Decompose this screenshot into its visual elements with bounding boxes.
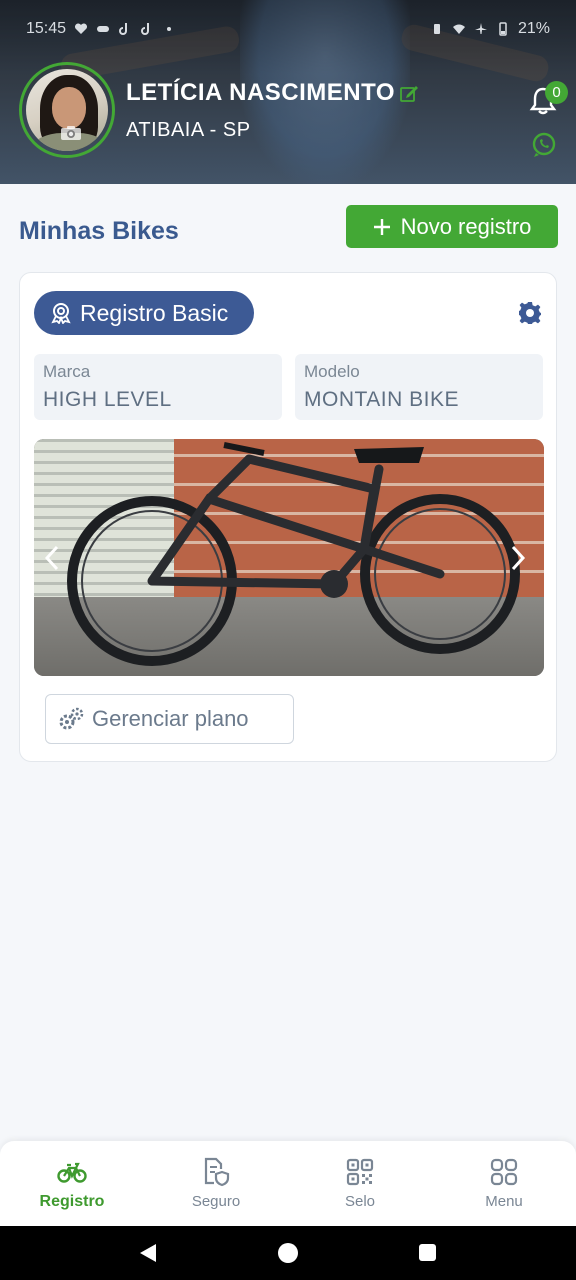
airplane-mode-icon: [474, 23, 487, 34]
award-icon: [51, 303, 71, 324]
status-left: 15:45: [26, 20, 176, 38]
profile-avatar[interactable]: [19, 62, 115, 158]
gamepad-notification-icon: [97, 26, 110, 32]
brand-label: Marca: [43, 362, 91, 381]
status-right: 21%: [430, 20, 550, 38]
brand-field: Marca HIGH LEVEL: [34, 354, 282, 420]
user-name: LETÍCIA NASCIMENTO: [126, 79, 396, 106]
system-home-icon[interactable]: [278, 1243, 298, 1263]
my-bikes-title: Minhas Bikes: [19, 217, 179, 245]
bike-photo-carousel[interactable]: [34, 439, 544, 676]
nav-label-seguro: Seguro: [191, 1193, 241, 1210]
camera-icon: [61, 126, 81, 140]
avatar-face: [52, 87, 86, 129]
avatar-photo: [26, 69, 108, 151]
manage-plan-button[interactable]: Gerenciar plano: [45, 694, 294, 744]
bottom-navigation: Registro Seguro Selo Menu: [0, 1141, 576, 1226]
whatsapp-icon[interactable]: [531, 132, 557, 158]
battery-icon: [499, 22, 507, 36]
nav-item-registro[interactable]: Registro: [0, 1141, 144, 1226]
nav-item-menu[interactable]: Menu: [432, 1141, 576, 1226]
plan-badge: Registro Basic: [34, 291, 254, 335]
nav-label-selo: Selo: [344, 1193, 376, 1210]
model-label: Modelo: [304, 362, 360, 381]
brand-value: HIGH LEVEL: [43, 388, 172, 411]
new-registration-label: Novo registro: [400, 213, 532, 239]
tiktok-notification-icon: [119, 23, 128, 35]
system-recents-icon[interactable]: [419, 1244, 436, 1261]
more-notifications-dot-icon: [167, 27, 172, 31]
bike-image: [67, 442, 520, 666]
vibrate-icon: [433, 24, 440, 34]
manage-plan-label: Gerenciar plano: [92, 706, 249, 731]
carousel-next-arrow-icon[interactable]: [508, 544, 528, 572]
wifi-icon: [452, 24, 465, 34]
nav-item-seguro[interactable]: Seguro: [144, 1141, 288, 1226]
nav-label-registro: Registro: [39, 1192, 105, 1210]
tiktok-notification-icon: [141, 23, 150, 35]
bike-card: Registro Basic Marca HIGH LEVEL Modelo M…: [19, 272, 557, 762]
plus-icon: [373, 218, 390, 235]
bike-icon: [57, 1162, 87, 1183]
new-registration-button[interactable]: Novo registro: [346, 205, 558, 248]
status-bar: 15:45 21%: [0, 0, 576, 58]
system-navigation-bar: [0, 1226, 576, 1280]
carousel-prev-arrow-icon[interactable]: [42, 544, 62, 572]
nav-label-menu: Menu: [485, 1193, 523, 1210]
plan-badge-label: Registro Basic: [80, 299, 229, 326]
gears-icon: [59, 707, 84, 730]
edit-profile-icon[interactable]: [399, 83, 419, 103]
nav-item-selo[interactable]: Selo: [288, 1141, 432, 1226]
heart-notification-icon: [75, 23, 88, 34]
model-value: MONTAIN BIKE: [304, 388, 459, 411]
insurance-doc-icon: [204, 1157, 230, 1187]
battery-percentage: 21%: [517, 20, 550, 37]
notifications-count-badge: 0: [545, 81, 568, 104]
grid-icon: [490, 1158, 518, 1186]
status-time: 15:45: [26, 20, 67, 37]
qr-code-icon: [346, 1158, 374, 1186]
user-location: ATIBAIA - SP: [126, 119, 251, 141]
system-back-icon[interactable]: [139, 1243, 157, 1263]
model-field: Modelo MONTAIN BIKE: [295, 354, 543, 420]
settings-gear-icon[interactable]: [518, 301, 542, 325]
